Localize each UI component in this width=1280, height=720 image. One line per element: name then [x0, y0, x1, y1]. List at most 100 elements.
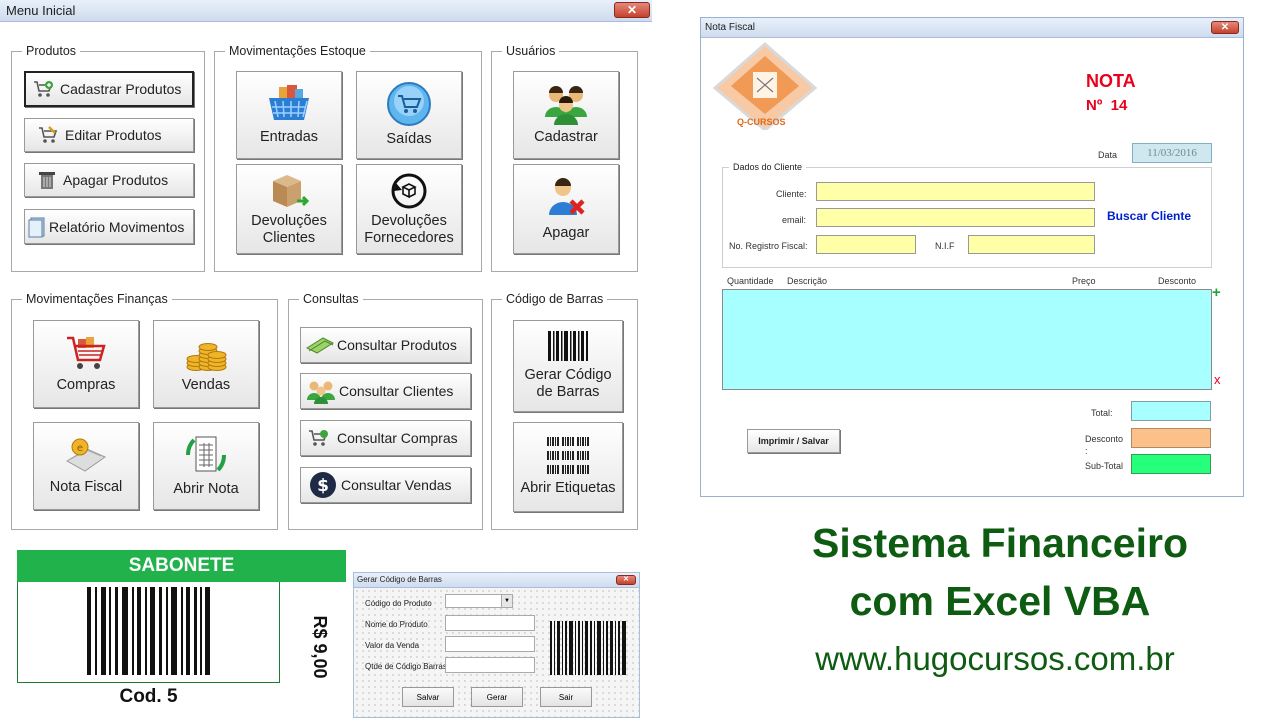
- consultar-produtos-label: Consultar Produtos: [337, 337, 457, 353]
- email-input[interactable]: [816, 208, 1095, 227]
- devolucoes-fornecedores-button[interactable]: Devoluções Fornecedores: [356, 164, 462, 254]
- consultar-compras-button[interactable]: Consultar Compras: [300, 420, 471, 456]
- group-produtos-legend: Produtos: [26, 44, 77, 58]
- entradas-button[interactable]: Entradas: [236, 71, 342, 159]
- cart-add-icon: [309, 430, 328, 446]
- user-delete-icon: [549, 178, 585, 216]
- col-preco: Preço: [1072, 276, 1096, 286]
- nome-produto-label: Nome do Produto: [365, 620, 428, 629]
- add-item-button[interactable]: +: [1212, 284, 1221, 301]
- buscar-cliente-link[interactable]: Buscar Cliente: [1107, 209, 1191, 223]
- usuarios-cadastrar-label: Cadastrar: [534, 129, 598, 146]
- group-consultas-legend: Consultas: [303, 292, 359, 306]
- registro-fiscal-label: No. Registro Fiscal:: [729, 241, 808, 251]
- remove-item-button[interactable]: x: [1214, 372, 1221, 387]
- data-field[interactable]: 11/03/2016: [1132, 143, 1212, 163]
- dados-cliente-legend: Dados do Cliente: [733, 162, 803, 172]
- nif-input[interactable]: [968, 235, 1095, 254]
- total-field[interactable]: [1131, 401, 1211, 421]
- imprimir-salvar-button[interactable]: Imprimir / Salvar: [747, 429, 840, 453]
- compras-button[interactable]: Compras: [33, 320, 139, 408]
- usuarios-apagar-label: Apagar: [542, 225, 590, 242]
- nota-title: Nota Fiscal: [705, 22, 756, 33]
- nome-produto-input[interactable]: [445, 615, 535, 631]
- logo-text: Q-CURSOS: [737, 117, 786, 127]
- col-quantidade: Quantidade: [727, 276, 774, 286]
- relatorio-movimentos-button[interactable]: Relatório Movimentos: [24, 209, 194, 244]
- coins-icon: [186, 343, 227, 372]
- valor-venda-input[interactable]: [445, 636, 535, 652]
- sair-button[interactable]: Sair: [540, 687, 592, 707]
- valor-venda-label: Valor da Venda: [365, 641, 420, 650]
- qtde-codigo-input[interactable]: [445, 657, 535, 673]
- menu-titlebar: Menu Inicial: [0, 0, 652, 22]
- subtotal-field[interactable]: [1131, 454, 1211, 474]
- codigo-produto-select[interactable]: ▼: [445, 594, 513, 608]
- generated-barcode: [550, 621, 626, 675]
- nota-heading: NOTA: [1086, 71, 1136, 91]
- menu-inicial-window: Menu Inicial ✕ Produtos Cadastrar Produt…: [0, 0, 652, 548]
- entradas-label: Entradas: [259, 129, 319, 146]
- abrir-nota-button[interactable]: Abrir Nota: [153, 422, 259, 510]
- document-stack-icon: [28, 217, 45, 237]
- total-label: Total:: [1091, 408, 1113, 418]
- col-desconto: Desconto: [1158, 276, 1197, 286]
- col-descricao: Descrição: [787, 276, 828, 286]
- cliente-input[interactable]: [816, 182, 1095, 201]
- cadastrar-produtos-button[interactable]: Cadastrar Produtos: [24, 71, 194, 107]
- editar-produtos-label: Editar Produtos: [65, 127, 162, 143]
- qtde-codigo-label: Qtde de Código Barras: [365, 662, 447, 671]
- product-name-band: SABONETE: [17, 550, 346, 582]
- promo-url[interactable]: www.hugocursos.com.br: [740, 640, 1250, 678]
- consultar-produtos-button[interactable]: Consultar Produtos: [300, 327, 471, 363]
- usuarios-apagar-button[interactable]: Apagar: [513, 164, 619, 254]
- data-label: Data: [1098, 150, 1118, 160]
- consultar-vendas-button[interactable]: $ Consultar Vendas: [300, 467, 471, 503]
- editar-produtos-button[interactable]: Editar Produtos: [24, 118, 194, 152]
- gerar-button[interactable]: Gerar: [471, 687, 523, 707]
- gerar-title: Gerar Código de Barras: [357, 575, 442, 584]
- abrir-nota-label: Abrir Nota: [173, 481, 239, 498]
- desconto-label: Desconto :: [1085, 434, 1124, 456]
- group-financas-legend: Movimentações Finanças: [26, 292, 168, 306]
- cliente-label: Cliente:: [776, 189, 807, 199]
- chevron-down-icon: ▼: [501, 595, 512, 607]
- group-estoque-legend: Movimentações Estoque: [229, 44, 366, 58]
- nota-close-button[interactable]: ✕: [1211, 21, 1239, 34]
- gerar-close-button[interactable]: ✕: [616, 575, 636, 585]
- invoice-coin-icon: e: [66, 438, 107, 472]
- relatorio-movimentos-label: Relatório Movimentos: [49, 218, 185, 235]
- nota-fiscal-label: Nota Fiscal: [49, 479, 123, 496]
- desconto-field[interactable]: [1131, 428, 1211, 448]
- gerar-codigo-barras-button[interactable]: Gerar Código de Barras: [513, 320, 623, 412]
- saidas-button[interactable]: Saídas: [356, 71, 462, 159]
- nota-fiscal-window: Nota Fiscal ✕ Q-CURSOS NOTA Nº 14 Data 1…: [700, 17, 1244, 497]
- abrir-etiquetas-label: Abrir Etiquetas: [520, 480, 616, 497]
- label-barcode: [87, 587, 210, 675]
- salvar-button[interactable]: Salvar: [402, 687, 454, 707]
- devolucoes-fornecedores-label: Devoluções Fornecedores: [364, 212, 454, 246]
- svg-text:$: $: [317, 476, 329, 496]
- menu-close-button[interactable]: ✕: [614, 2, 650, 18]
- promo-title-line2: com Excel VBA: [849, 578, 1151, 624]
- registro-fiscal-input[interactable]: [816, 235, 916, 254]
- abrir-etiquetas-button[interactable]: Abrir Etiquetas: [513, 422, 623, 512]
- nota-titlebar: Nota Fiscal: [701, 18, 1243, 38]
- cart-edit-icon: [39, 126, 58, 143]
- nota-fiscal-button[interactable]: e Nota Fiscal: [33, 422, 139, 510]
- usuarios-cadastrar-button[interactable]: Cadastrar: [513, 71, 619, 159]
- email-label: email:: [782, 215, 807, 225]
- shopping-cart-icon: [67, 337, 106, 370]
- trash-icon: [39, 172, 55, 189]
- cash-icon: [305, 337, 335, 354]
- barcode-icon: [548, 330, 588, 361]
- devolucoes-clientes-button[interactable]: Devoluções Clientes: [236, 164, 342, 254]
- gerar-codigo-barras-label: Gerar Código de Barras: [524, 366, 612, 400]
- vendas-button[interactable]: Vendas: [153, 320, 259, 408]
- codigo-produto-label: Código do Produto: [365, 599, 432, 608]
- itens-grid[interactable]: [722, 289, 1212, 390]
- consultar-compras-label: Consultar Compras: [337, 430, 458, 446]
- apagar-produtos-button[interactable]: Apagar Produtos: [24, 163, 194, 197]
- consultar-clientes-button[interactable]: Consultar Clientes: [300, 373, 471, 409]
- barcode-labels-icon: [547, 437, 589, 475]
